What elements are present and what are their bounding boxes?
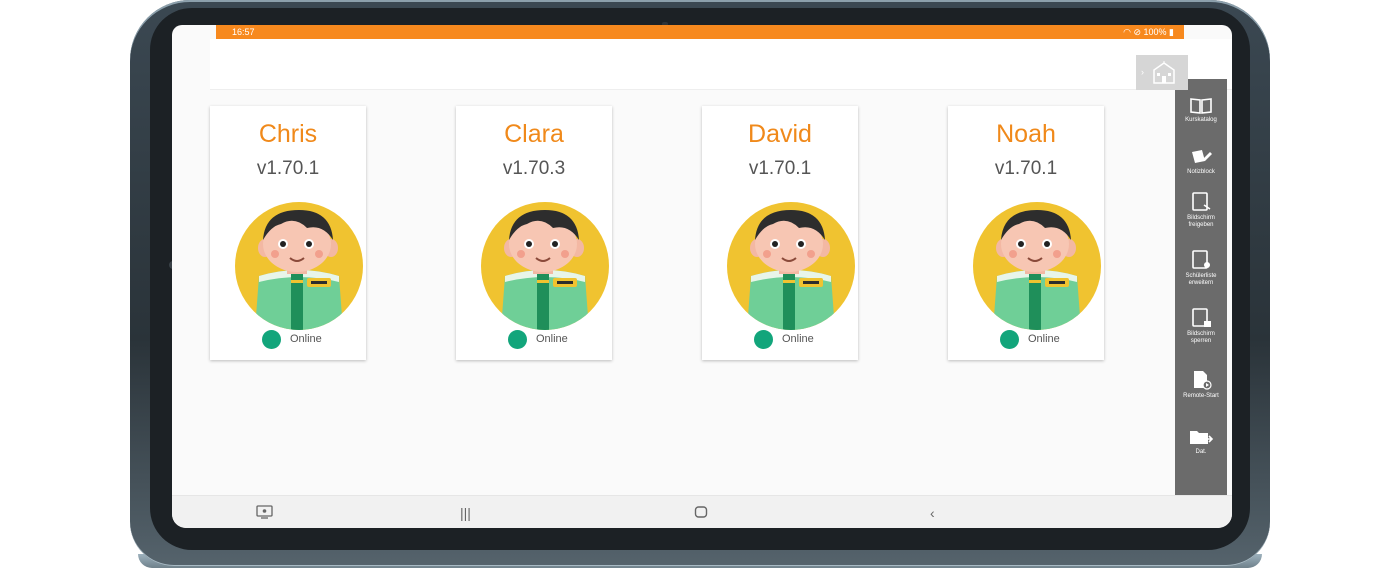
status-row: Online [210, 328, 366, 350]
student-avatar [727, 202, 855, 330]
folder-send-icon [1190, 431, 1214, 444]
status-label: Online [536, 333, 568, 345]
toolbar-item-notepad[interactable]: Notizblock [1175, 147, 1227, 176]
student-name: Noah [996, 120, 1056, 148]
tablet-screen: 16:57 ◠ ⊘ 100% ▮ Chris v1.70.1 Online Cl… [172, 25, 1232, 528]
book-icon [1190, 98, 1212, 114]
status-row: Online [456, 328, 612, 350]
teacher-toolbar: Kurskatalog Notizblock Bildschirm freige… [1175, 79, 1227, 496]
notes-icon [1192, 150, 1212, 163]
app-bar [210, 39, 1232, 90]
battery-level: 100% [1143, 27, 1167, 37]
toolbar-label: Dat. [1195, 449, 1207, 455]
toolbar-label: Remote-Start [1183, 393, 1219, 399]
home-icon[interactable] [694, 505, 708, 522]
screen-lock-icon [1192, 308, 1211, 327]
toolbar-label: Notizblock [1187, 169, 1215, 175]
toolbar-item-student-list[interactable]: Schülerliste erweitern [1175, 249, 1227, 287]
student-version: v1.70.3 [502, 158, 566, 179]
status-label: Online [1028, 333, 1060, 345]
student-name: David [748, 120, 812, 148]
status-row: Online [948, 328, 1104, 350]
do-not-disturb-icon: ⊘ [1133, 27, 1141, 37]
toolbar-item-course-catalog[interactable]: Kurskatalog [1175, 97, 1227, 124]
status-time: 16:57 [232, 27, 255, 37]
student-name: Chris [258, 120, 318, 148]
battery-icon: ▮ [1169, 27, 1174, 37]
screen-share-icon [1192, 192, 1211, 211]
back-icon[interactable]: ‹ [930, 505, 935, 521]
toolbar-label: Bildschirm sperren [1187, 331, 1215, 344]
toolbar-label: Kurskatalog [1185, 117, 1217, 123]
recent-apps-icon[interactable]: ||| [460, 505, 471, 521]
student-avatar [235, 202, 363, 330]
student-card[interactable]: David v1.70.1 Online [702, 106, 858, 360]
student-grid: Chris v1.70.1 Online Clara v1.70.3 Onlin… [210, 90, 1170, 495]
online-indicator-icon [1000, 330, 1019, 349]
student-list-icon [1192, 250, 1210, 269]
toolbar-label: Schülerliste erweitern [1185, 273, 1217, 286]
status-row: Online [702, 328, 858, 350]
student-card[interactable]: Noah v1.70.1 Online [948, 106, 1104, 360]
school-icon [1153, 61, 1175, 84]
screen-mirror-icon[interactable] [256, 505, 274, 522]
online-indicator-icon [754, 330, 773, 349]
status-right: ◠ ⊘ 100% ▮ [1123, 25, 1174, 39]
student-version: v1.70.1 [994, 158, 1058, 179]
toolbar-item-share-screen[interactable]: Bildschirm freigeben [1175, 191, 1227, 229]
status-label: Online [782, 333, 814, 345]
student-version: v1.70.1 [256, 158, 320, 179]
toolbar-item-remote-start[interactable]: Remote-Start [1175, 369, 1227, 400]
toolbar-item-lock-screen[interactable]: Bildschirm sperren [1175, 307, 1227, 345]
student-version: v1.70.1 [748, 158, 812, 179]
student-avatar [481, 202, 609, 330]
toolbar-item-files[interactable]: Dat. [1175, 427, 1227, 456]
student-card[interactable]: Clara v1.70.3 Online [456, 106, 612, 360]
toolbar-label: Bildschirm freigeben [1187, 215, 1215, 228]
chevron-right-icon: › [1141, 67, 1144, 77]
student-name: Clara [504, 120, 564, 148]
android-nav-bar: ||| ‹ [172, 495, 1232, 528]
online-indicator-icon [262, 330, 281, 349]
status-label: Online [290, 333, 322, 345]
status-bar: 16:57 ◠ ⊘ 100% ▮ [216, 25, 1184, 39]
online-indicator-icon [508, 330, 527, 349]
student-card[interactable]: Chris v1.70.1 Online [210, 106, 366, 360]
remote-start-icon [1194, 371, 1212, 390]
toolbar-toggle[interactable]: › [1136, 55, 1188, 90]
student-avatar [973, 202, 1101, 330]
wifi-icon: ◠ [1123, 27, 1131, 37]
